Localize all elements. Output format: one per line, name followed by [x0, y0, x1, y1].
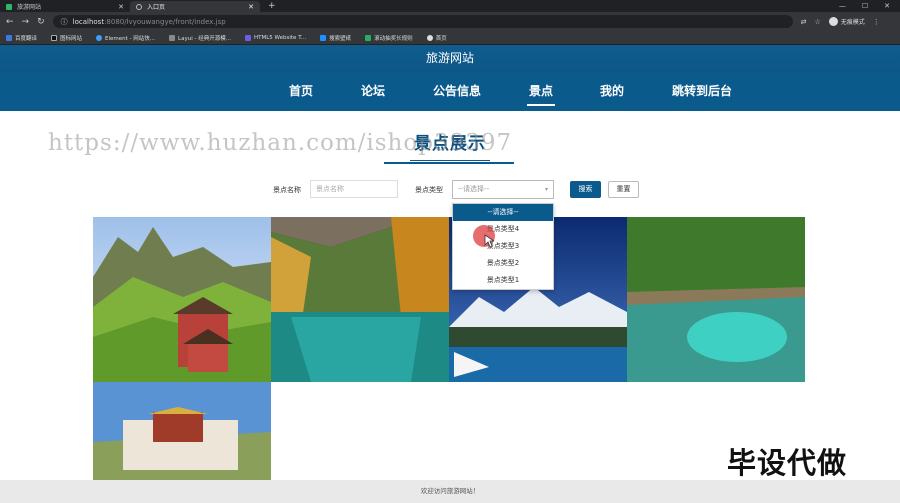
bookmark-item[interactable]: Element - 网站快...	[96, 34, 155, 42]
type-label: 景点类型	[415, 186, 443, 194]
bookmarks-bar: 百度翻译 图标网站 Element - 网站快... Layui - 经典开源模…	[0, 31, 900, 45]
nav-forum[interactable]: 论坛	[361, 82, 385, 99]
site-footer: 欢迎访问旅游网站！	[0, 480, 900, 503]
bookmark-label: Element - 网站快...	[105, 35, 156, 42]
bookmark-label: 滚动抽奖长规则	[374, 35, 413, 42]
incognito-icon	[828, 17, 838, 26]
forward-icon[interactable]: →	[22, 17, 30, 27]
reload-icon[interactable]: ↻	[37, 17, 45, 27]
browser-tab-active[interactable]: 入口页 ✕	[130, 1, 260, 12]
bookmark-item[interactable]: 百度翻译	[6, 34, 37, 42]
tab-title: 入口页	[147, 4, 166, 11]
bookmark-item[interactable]: 搜索壁纸	[320, 34, 351, 42]
bookmark-label: 搜索壁纸	[329, 35, 352, 42]
type-select[interactable]: --请选择-- ▾	[452, 180, 554, 199]
attraction-image-palace	[93, 382, 271, 480]
tab-title: 旅游网站	[17, 4, 42, 11]
title-underline	[410, 160, 490, 161]
dropdown-option[interactable]: 景点类型2	[453, 255, 553, 272]
profile-label: 无痕模式	[840, 19, 865, 26]
site-header: 旅游网站 首页 论坛 公告信息 景点 我的 跳转到后台	[0, 45, 900, 111]
globe-icon	[426, 34, 433, 41]
bookmark-item[interactable]: 图标网站	[51, 34, 82, 42]
bookmark-label: 首页	[435, 35, 447, 42]
attraction-card[interactable]	[271, 217, 449, 382]
bookmark-item[interactable]: 首页	[426, 34, 447, 42]
url-input[interactable]: ⓘ localhost:8080/lvyouwangye/front/index…	[52, 15, 793, 28]
dropdown-option[interactable]: 景点类型1	[453, 272, 553, 289]
title-underline	[384, 162, 514, 164]
back-icon[interactable]: ←	[6, 17, 14, 27]
bookmark-icon	[244, 34, 251, 41]
bookmark-label: HTML5 Website T...	[253, 34, 307, 41]
attraction-card[interactable]	[93, 217, 271, 382]
bookmark-icon	[169, 34, 176, 41]
nav-announcements[interactable]: 公告信息	[433, 82, 481, 99]
url-host: localhost	[72, 17, 105, 26]
bookmark-label: Layui - 经典开源模...	[178, 35, 231, 42]
tab-close-icon[interactable]: ✕	[118, 3, 124, 11]
bookmark-item[interactable]: HTML5 Website T...	[244, 34, 307, 41]
attraction-image-pool	[627, 217, 805, 382]
globe-icon	[136, 3, 142, 10]
attraction-card[interactable]	[627, 217, 805, 382]
browser-tab[interactable]: 旅游网站 ✕	[0, 1, 130, 12]
tab-close-icon[interactable]: ✕	[248, 3, 254, 11]
attraction-card[interactable]	[93, 382, 271, 480]
name-label: 景点名称	[273, 186, 301, 194]
bookmark-item[interactable]: Layui - 经典开源模...	[169, 34, 231, 42]
attraction-image-lake	[271, 217, 449, 382]
dropdown-option[interactable]: --请选择--	[453, 204, 553, 221]
site-favicon-icon	[6, 3, 12, 10]
name-search-input[interactable]: 景点名称	[310, 180, 398, 198]
menu-icon[interactable]: ⋮	[873, 18, 880, 26]
translate-icon[interactable]: ⇄	[801, 18, 807, 26]
url-path: :8080/lvyouwangye/front/index.jsp	[104, 17, 226, 26]
window-controls: — ☐ ✕	[839, 0, 900, 12]
info-icon: ⓘ	[60, 17, 68, 26]
minimize-icon[interactable]: —	[839, 2, 846, 10]
nav-admin[interactable]: 跳转到后台	[672, 82, 732, 99]
bookmark-label: 百度翻译	[15, 35, 38, 42]
browser-tab-bar: 旅游网站 ✕ 入口页 ✕ + — ☐ ✕	[0, 0, 900, 12]
new-tab-button[interactable]: +	[260, 1, 284, 12]
main-nav: 首页 论坛 公告信息 景点 我的 跳转到后台	[0, 73, 900, 111]
bookmark-icon	[96, 34, 103, 41]
bookmark-icon	[51, 34, 58, 41]
nav-mine[interactable]: 我的	[600, 82, 624, 99]
close-window-icon[interactable]: ✕	[884, 2, 890, 10]
watermark-text: https://www.huzhan.com/ishop39397	[48, 130, 513, 156]
bookmark-icon	[320, 34, 327, 41]
bookmark-icon	[365, 34, 372, 41]
type-select-value: --请选择--	[458, 185, 490, 193]
address-bar: ← → ↻ ⓘ localhost:8080/lvyouwangye/front…	[0, 12, 900, 31]
search-button[interactable]: 搜索	[570, 181, 601, 198]
bookmark-icon	[6, 34, 12, 41]
cursor-icon	[484, 234, 494, 248]
overlay-stamp-text: 毕设代做	[727, 446, 848, 480]
nav-attractions[interactable]: 景点	[526, 82, 556, 106]
nav-home[interactable]: 首页	[289, 82, 313, 99]
type-dropdown-menu: --请选择-- 景点类型4 景点类型3 景点类型2 景点类型1	[452, 203, 554, 290]
search-bar: 景点名称 景点名称 景点类型 --请选择-- ▾ 搜索 重置	[0, 178, 900, 202]
profile-button[interactable]: 无痕模式	[828, 17, 865, 26]
maximize-icon[interactable]: ☐	[862, 2, 868, 10]
dropdown-option[interactable]: 景点类型4	[453, 221, 553, 238]
dropdown-option[interactable]: 景点类型3	[453, 238, 553, 255]
attraction-image-temple	[93, 217, 271, 382]
bookmark-item[interactable]: 滚动抽奖长规则	[365, 34, 413, 42]
reset-button[interactable]: 重置	[608, 181, 639, 198]
site-title: 旅游网站	[425, 51, 474, 65]
chevron-down-icon: ▾	[544, 186, 548, 193]
bookmark-label: 图标网站	[60, 35, 83, 42]
bookmark-star-icon[interactable]: ☆	[815, 18, 821, 26]
